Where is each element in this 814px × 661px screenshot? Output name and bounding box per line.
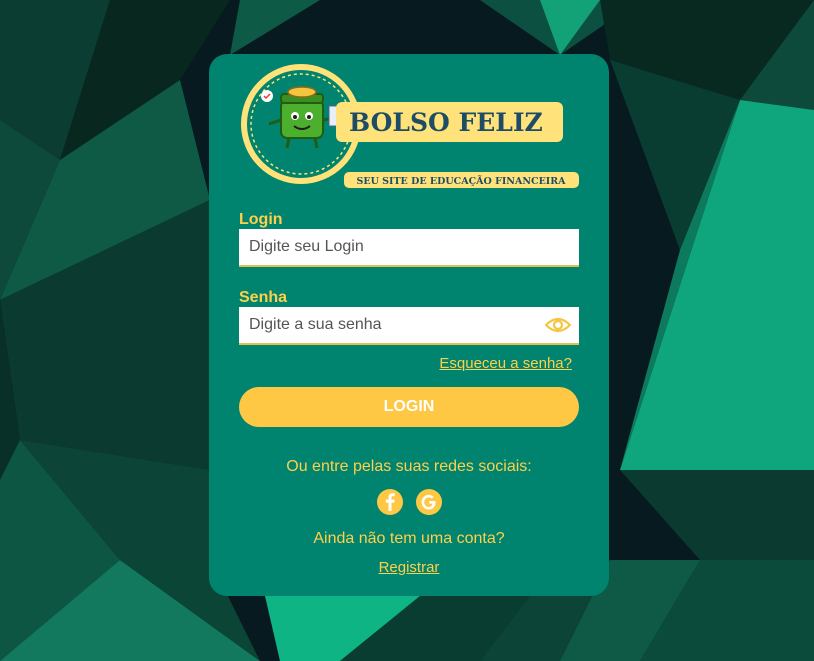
password-label: Senha [239, 289, 288, 306]
svg-text:BOLSO FELIZ: BOLSO FELIZ [349, 108, 543, 137]
svg-text:SEU SITE DE EDUCAÇÃO FINANCEIR: SEU SITE DE EDUCAÇÃO FINANCEIRA [356, 175, 566, 187]
signup-prompt: Ainda não tem uma conta? [313, 530, 505, 547]
register-link-wrapper: Registrar [209, 559, 609, 576]
google-icon[interactable] [415, 488, 443, 516]
password-field-wrapper [239, 307, 579, 345]
bolso-feliz-logo: BOLSO FELIZ SEU SITE DE EDUCAÇÃO FINANCE… [241, 64, 579, 188]
login-card: BOLSO FELIZ SEU SITE DE EDUCAÇÃO FINANCE… [209, 54, 609, 596]
register-link[interactable]: Registrar [379, 559, 440, 576]
password-input[interactable] [239, 307, 579, 343]
social-login-prompt: Ou entre pelas suas redes sociais: [286, 458, 532, 475]
forgot-password-link[interactable]: Esqueceu a senha? [439, 355, 572, 372]
login-label: Login [239, 211, 283, 228]
login-field-wrapper [239, 229, 579, 267]
login-button[interactable]: LOGIN [239, 387, 579, 427]
login-input[interactable] [239, 229, 579, 265]
facebook-icon[interactable] [376, 488, 404, 516]
eye-icon[interactable] [545, 315, 571, 335]
